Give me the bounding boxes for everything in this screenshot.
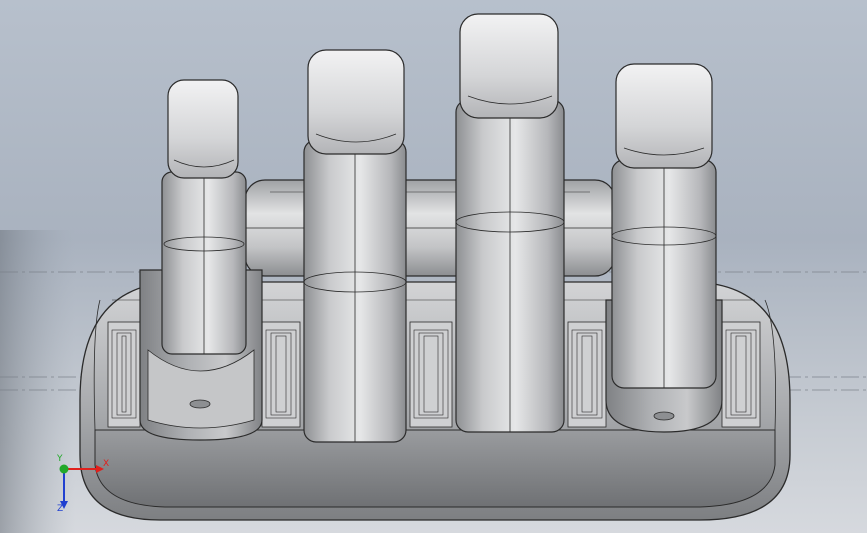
pocket-slot [107, 321, 141, 428]
graphics-viewport[interactable]: Y X Z [0, 0, 867, 533]
triad-z-label: Z [57, 504, 64, 514]
cad-model-view[interactable] [0, 0, 867, 533]
triad-x-label: X [103, 459, 110, 469]
finger-4 [605, 63, 723, 433]
finger-3 [455, 13, 565, 433]
triad-y-label: Y [57, 454, 63, 464]
pocket-slot [409, 321, 453, 428]
finger-2 [303, 49, 407, 443]
pocket-slot [261, 321, 301, 428]
coordinate-triad: Y X Z [50, 455, 110, 515]
pocket-slot [721, 321, 761, 428]
pocket-slot [567, 321, 607, 428]
